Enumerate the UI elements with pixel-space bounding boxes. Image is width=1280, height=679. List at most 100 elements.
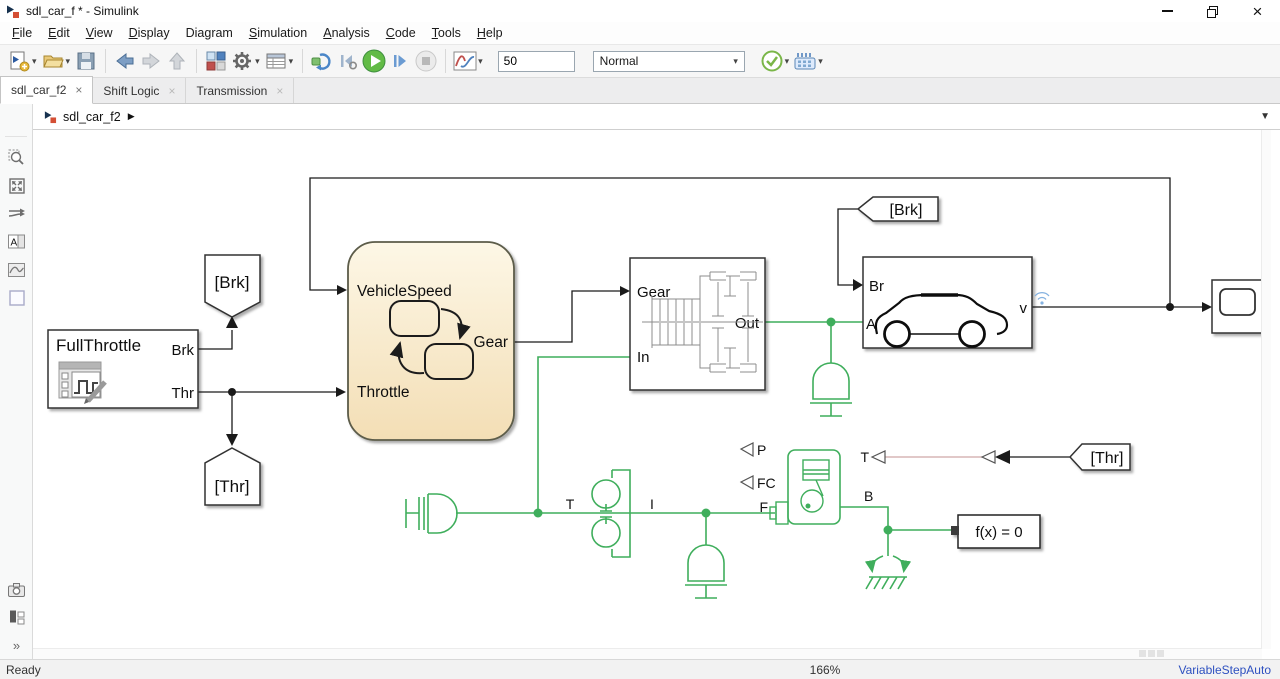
more-tools-button[interactable]: » xyxy=(7,636,26,655)
route-signals-button[interactable] xyxy=(7,204,26,223)
zoom-tool-button[interactable] xyxy=(7,148,26,167)
b-port-wire[interactable] xyxy=(840,507,951,556)
update-diagram-button[interactable] xyxy=(309,48,335,74)
menu-diagram[interactable]: Diagram xyxy=(178,22,241,44)
logged-signal-badge[interactable] xyxy=(1035,293,1049,305)
zoom-region-icon xyxy=(7,148,26,167)
engine-port-p: P xyxy=(757,442,766,458)
simulation-pacing-button[interactable] xyxy=(452,48,478,74)
library-browser-button[interactable] xyxy=(203,48,229,74)
area-box-icon xyxy=(8,289,26,307)
goto-brk-tag[interactable]: [Brk] xyxy=(205,255,260,317)
vertical-scrollbar[interactable] xyxy=(1261,130,1271,649)
damper-block[interactable] xyxy=(406,494,457,533)
model-advisor-caret[interactable]: ▾ xyxy=(785,56,790,67)
solver-status-link[interactable]: VariableStepAuto xyxy=(1178,663,1271,677)
toolbar-separator xyxy=(105,49,106,73)
solver-port xyxy=(951,526,959,535)
gear-wire[interactable] xyxy=(514,291,620,342)
rotational-reference[interactable] xyxy=(866,577,907,589)
run-button[interactable] xyxy=(361,48,387,74)
canvas-options-caret[interactable]: ▼ xyxy=(1260,111,1270,122)
open-model-button[interactable] xyxy=(40,48,66,74)
scrollbar-grip[interactable] xyxy=(1139,650,1164,657)
annotation-button[interactable]: A xyxy=(7,232,26,251)
navigate-forward-button[interactable] xyxy=(138,48,164,74)
menu-tools[interactable]: Tools xyxy=(424,22,469,44)
minimize-button[interactable] xyxy=(1145,0,1190,22)
engine-block[interactable]: P FC F B T xyxy=(757,442,873,524)
step-forward-button[interactable] xyxy=(387,48,413,74)
model-settings-caret[interactable]: ▾ xyxy=(255,56,260,67)
status-text: Ready xyxy=(6,663,41,677)
model-settings-button[interactable] xyxy=(229,48,255,74)
navigate-up-button[interactable] xyxy=(164,48,190,74)
tab-close-icon[interactable]: × xyxy=(276,84,283,98)
brk-wire[interactable] xyxy=(198,330,232,349)
new-model-caret[interactable]: ▾ xyxy=(32,56,37,67)
menu-edit[interactable]: Edit xyxy=(40,22,78,44)
back-arrow-icon xyxy=(113,49,137,73)
navigate-back-button[interactable] xyxy=(112,48,138,74)
torque-converter-pump[interactable] xyxy=(592,480,620,508)
simulation-mode-caret: ▾ xyxy=(728,56,744,67)
fast-restart-button[interactable] xyxy=(792,48,818,74)
solver-configuration-block[interactable]: f(x) = 0 xyxy=(951,515,1040,548)
breadcrumb-arrow-icon[interactable]: ▶ xyxy=(128,111,135,122)
model-explorer-button[interactable] xyxy=(263,48,289,74)
shift-logic-chart[interactable]: VehicleSpeed Throttle Gear xyxy=(348,242,514,440)
up-arrow-icon xyxy=(165,49,189,73)
area-button[interactable] xyxy=(7,288,26,307)
viewmarks-button[interactable] xyxy=(7,608,26,627)
screenshot-button[interactable] xyxy=(7,580,26,599)
menu-code[interactable]: Code xyxy=(378,22,424,44)
tab-shift-logic[interactable]: Shift Logic× xyxy=(93,78,186,103)
stop-button[interactable] xyxy=(413,48,439,74)
tab-close-icon[interactable]: × xyxy=(168,84,175,98)
menu-file[interactable]: File xyxy=(4,22,40,44)
simulation-pacing-caret[interactable]: ▾ xyxy=(478,56,483,67)
menu-view[interactable]: View xyxy=(78,22,121,44)
new-model-button[interactable] xyxy=(6,48,32,74)
scope-block[interactable] xyxy=(1212,280,1263,333)
chart-input-vehiclespeed: VehicleSpeed xyxy=(357,283,452,300)
step-back-button[interactable] xyxy=(335,48,361,74)
tab-close-icon[interactable]: × xyxy=(75,83,82,97)
goto-brk-label: [Brk] xyxy=(215,273,250,292)
model-advisor-button[interactable] xyxy=(759,48,785,74)
in-riser-wire[interactable] xyxy=(538,357,630,513)
tab-transmission[interactable]: Transmission × xyxy=(186,78,294,103)
fit-to-view-button[interactable] xyxy=(7,176,26,195)
full-throttle-block[interactable]: FullThrottle Brk Thr xyxy=(48,330,198,408)
annotation-icon: A xyxy=(7,233,26,250)
from-thr-tag[interactable]: [Thr] xyxy=(1070,444,1130,470)
stop-time-input[interactable] xyxy=(498,51,575,72)
vehicle-body-block[interactable]: Br A v xyxy=(863,257,1032,348)
from-brk-tag[interactable]: [Brk] xyxy=(858,197,938,221)
menu-bar: FileEditViewDisplayDiagramSimulationAnal… xyxy=(0,22,1280,45)
tab-label: Transmission xyxy=(196,84,267,98)
transmission-block[interactable]: Gear Out In xyxy=(630,258,765,390)
sample-content-button[interactable] xyxy=(7,260,26,279)
open-model-caret[interactable]: ▾ xyxy=(66,56,71,67)
inertia2-block[interactable] xyxy=(685,545,727,598)
tab-sdl_car_f2[interactable]: sdl_car_f2× xyxy=(0,76,93,104)
save-model-button[interactable] xyxy=(73,48,99,74)
menu-simulation[interactable]: Simulation xyxy=(241,22,315,44)
from-brk-wire[interactable] xyxy=(838,209,858,285)
model-canvas[interactable]: P FC F B T T I FullThrottle Brk Thr xyxy=(33,130,1271,659)
horizontal-scrollbar[interactable] xyxy=(33,648,1262,659)
inertia1-block[interactable] xyxy=(810,363,852,416)
fast-restart-icon xyxy=(792,49,818,73)
model-explorer-caret[interactable]: ▾ xyxy=(289,56,294,67)
menu-help[interactable]: Help xyxy=(469,22,511,44)
simulation-mode-select[interactable]: Normal ▾ xyxy=(593,51,745,72)
zoom-level[interactable]: 166% xyxy=(795,663,855,677)
close-button[interactable]: × xyxy=(1235,0,1280,22)
fast-restart-caret[interactable]: ▾ xyxy=(818,56,823,67)
menu-analysis[interactable]: Analysis xyxy=(315,22,378,44)
menu-display[interactable]: Display xyxy=(121,22,178,44)
breadcrumb-model-name[interactable]: sdl_car_f2 xyxy=(63,110,121,124)
restore-button[interactable] xyxy=(1190,0,1235,22)
goto-thr-tag[interactable]: [Thr] xyxy=(205,448,260,505)
